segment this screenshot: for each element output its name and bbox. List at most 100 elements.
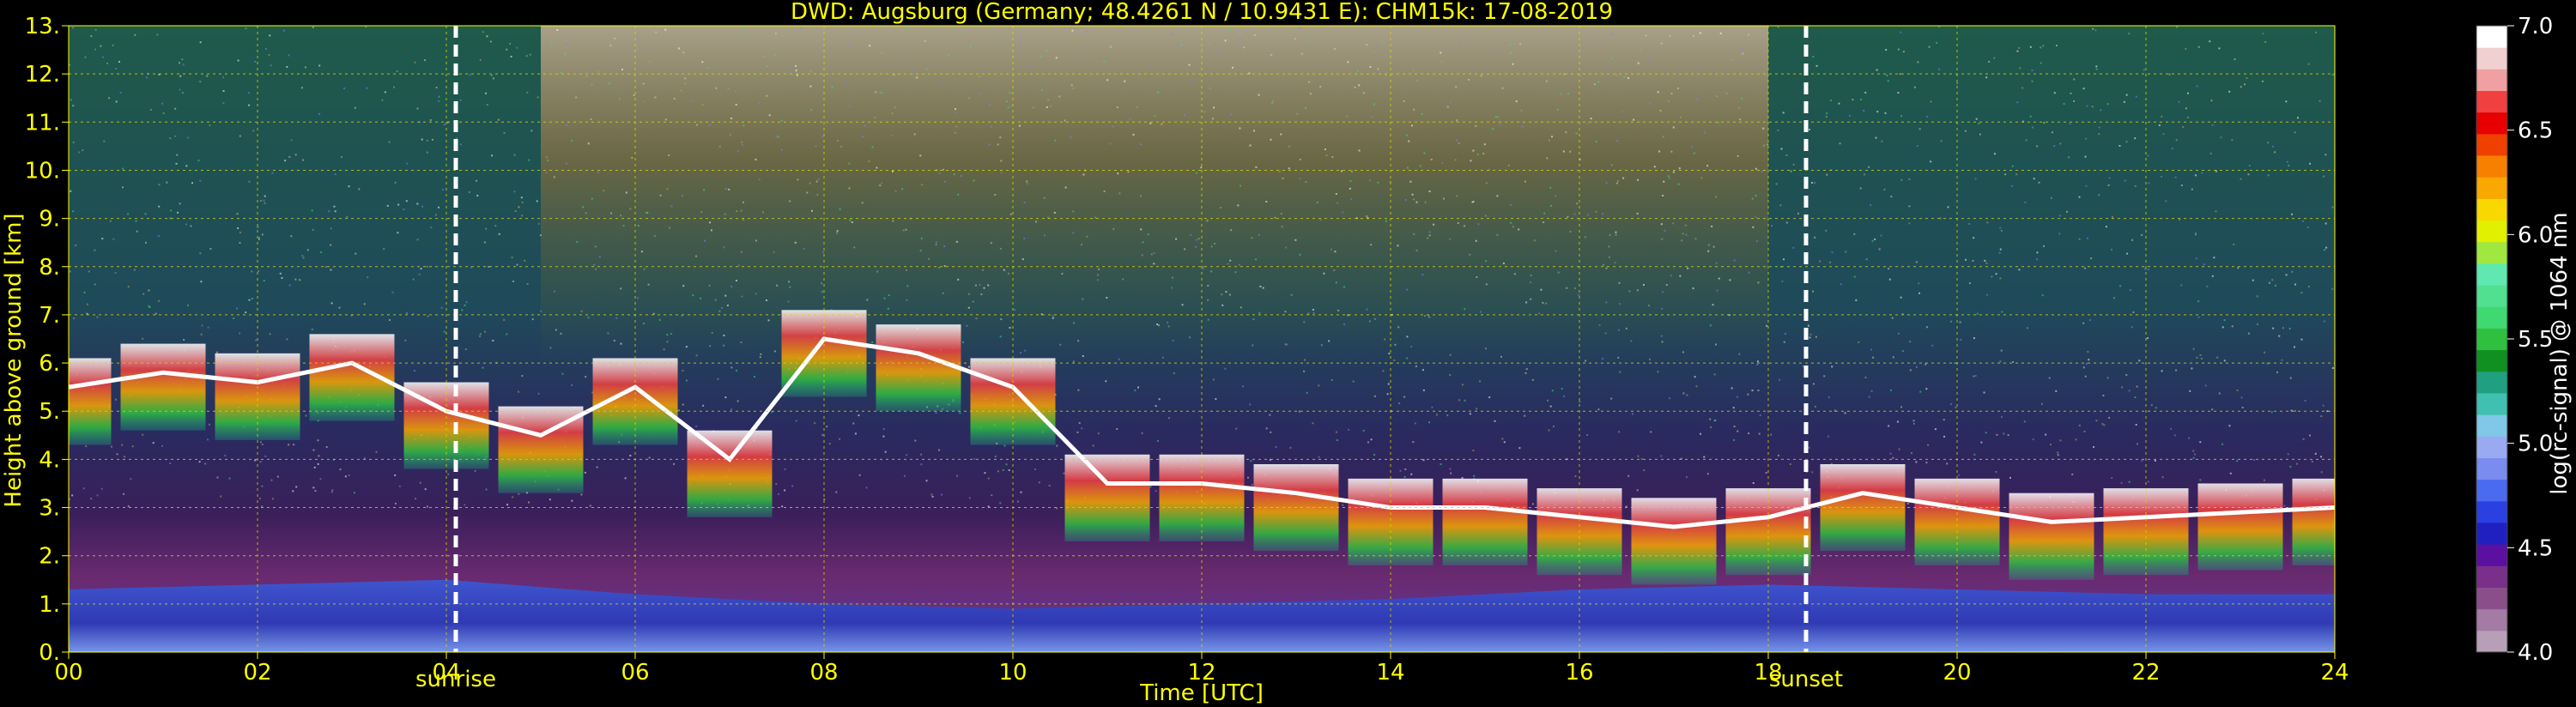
noise-speck (199, 81, 202, 83)
noise-speck (328, 210, 330, 213)
noise-speck (1312, 311, 1315, 314)
noise-speck (2150, 404, 2153, 407)
noise-speck (170, 209, 173, 212)
noise-speck (2192, 456, 2195, 459)
noise-speck (795, 64, 797, 67)
noise-speck (1485, 182, 1488, 184)
noise-speck (1693, 152, 1695, 154)
noise-speck (426, 139, 428, 142)
noise-speck (1618, 281, 1621, 284)
noise-speck (1423, 152, 1426, 154)
noise-speck (393, 86, 396, 88)
noise-speck (1859, 187, 1862, 190)
noise-speck (1272, 58, 1275, 61)
noise-speck (2112, 297, 2115, 299)
noise-speck (1999, 277, 2002, 280)
noise-speck (1411, 193, 1414, 196)
noise-speck (2155, 407, 2157, 409)
noise-speck (1251, 237, 1253, 239)
noise-speck (144, 241, 147, 244)
noise-speck (2228, 425, 2231, 427)
noise-speck (1156, 323, 1159, 325)
noise-speck (821, 433, 824, 436)
noise-speck (2276, 371, 2279, 373)
noise-speck (348, 474, 350, 476)
noise-speck (1826, 112, 1828, 115)
noise-speck (701, 104, 704, 106)
noise-speck (1005, 463, 1008, 466)
noise-speck (774, 33, 777, 35)
noise-speck (550, 44, 553, 46)
noise-speck (1761, 170, 1763, 172)
colorbar-step (2476, 436, 2507, 458)
noise-speck (108, 97, 111, 100)
noise-speck (2125, 374, 2128, 377)
noise-speck (506, 48, 508, 51)
noise-speck (2324, 154, 2327, 156)
noise-speck (724, 213, 726, 215)
noise-speck (263, 280, 265, 282)
noise-speck (1009, 213, 1012, 215)
noise-speck (954, 108, 956, 111)
noise-speck (1469, 413, 1471, 415)
noise-speck (70, 190, 72, 192)
noise-speck (1347, 61, 1349, 63)
noise-speck (414, 61, 416, 63)
noise-speck (1844, 412, 1846, 414)
noise-speck (2270, 411, 2273, 414)
noise-speck (1026, 180, 1028, 183)
noise-speck (1450, 472, 1452, 474)
colorbar-step (2476, 155, 2507, 178)
noise-speck (2035, 258, 2038, 261)
noise-speck (1591, 44, 1594, 46)
noise-speck (1337, 309, 1340, 311)
noise-speck (1897, 332, 1900, 335)
noise-speck (681, 315, 683, 317)
noise-speck (2187, 437, 2190, 439)
noise-speck (710, 229, 712, 232)
noise-speck (319, 478, 322, 480)
noise-speck (1370, 438, 1373, 441)
noise-speck (980, 293, 983, 295)
noise-speck (251, 270, 253, 273)
noise-speck (1265, 427, 1268, 430)
noise-speck (848, 105, 851, 107)
noise-speck (1604, 332, 1607, 335)
noise-speck (1617, 329, 1620, 331)
noise-speck (1605, 182, 1608, 184)
noise-speck (615, 317, 618, 319)
noise-speck (891, 170, 894, 172)
noise-speck (2003, 432, 2005, 435)
noise-speck (1282, 177, 1284, 179)
noise-speck (96, 316, 99, 318)
noise-speck (1669, 34, 1671, 37)
noise-speck (479, 335, 482, 337)
noise-speck (490, 75, 493, 77)
noise-speck (794, 241, 797, 244)
noise-speck (1687, 267, 1689, 269)
noise-speck (571, 499, 573, 502)
noise-speck (122, 167, 124, 170)
noise-speck (589, 505, 591, 507)
noise-speck (2059, 215, 2062, 217)
noise-speck (1356, 69, 1359, 72)
noise-speck (1422, 389, 1425, 391)
noise-speck (406, 162, 409, 165)
noise-speck (158, 184, 161, 186)
noise-speck (1428, 234, 1431, 237)
noise-speck (2221, 326, 2224, 329)
noise-speck (1510, 51, 1512, 54)
noise-speck (565, 162, 567, 165)
noise-speck (485, 488, 488, 491)
noise-speck (149, 108, 152, 111)
noise-speck (536, 96, 539, 99)
noise-speck (521, 215, 524, 217)
noise-speck (1134, 390, 1136, 392)
noise-speck (1610, 397, 1613, 400)
noise-speck (1555, 250, 1557, 252)
noise-speck (836, 232, 839, 234)
noise-speck (1346, 115, 1349, 118)
noise-speck (967, 366, 970, 368)
noise-speck (1633, 118, 1635, 121)
noise-speck (330, 269, 332, 271)
